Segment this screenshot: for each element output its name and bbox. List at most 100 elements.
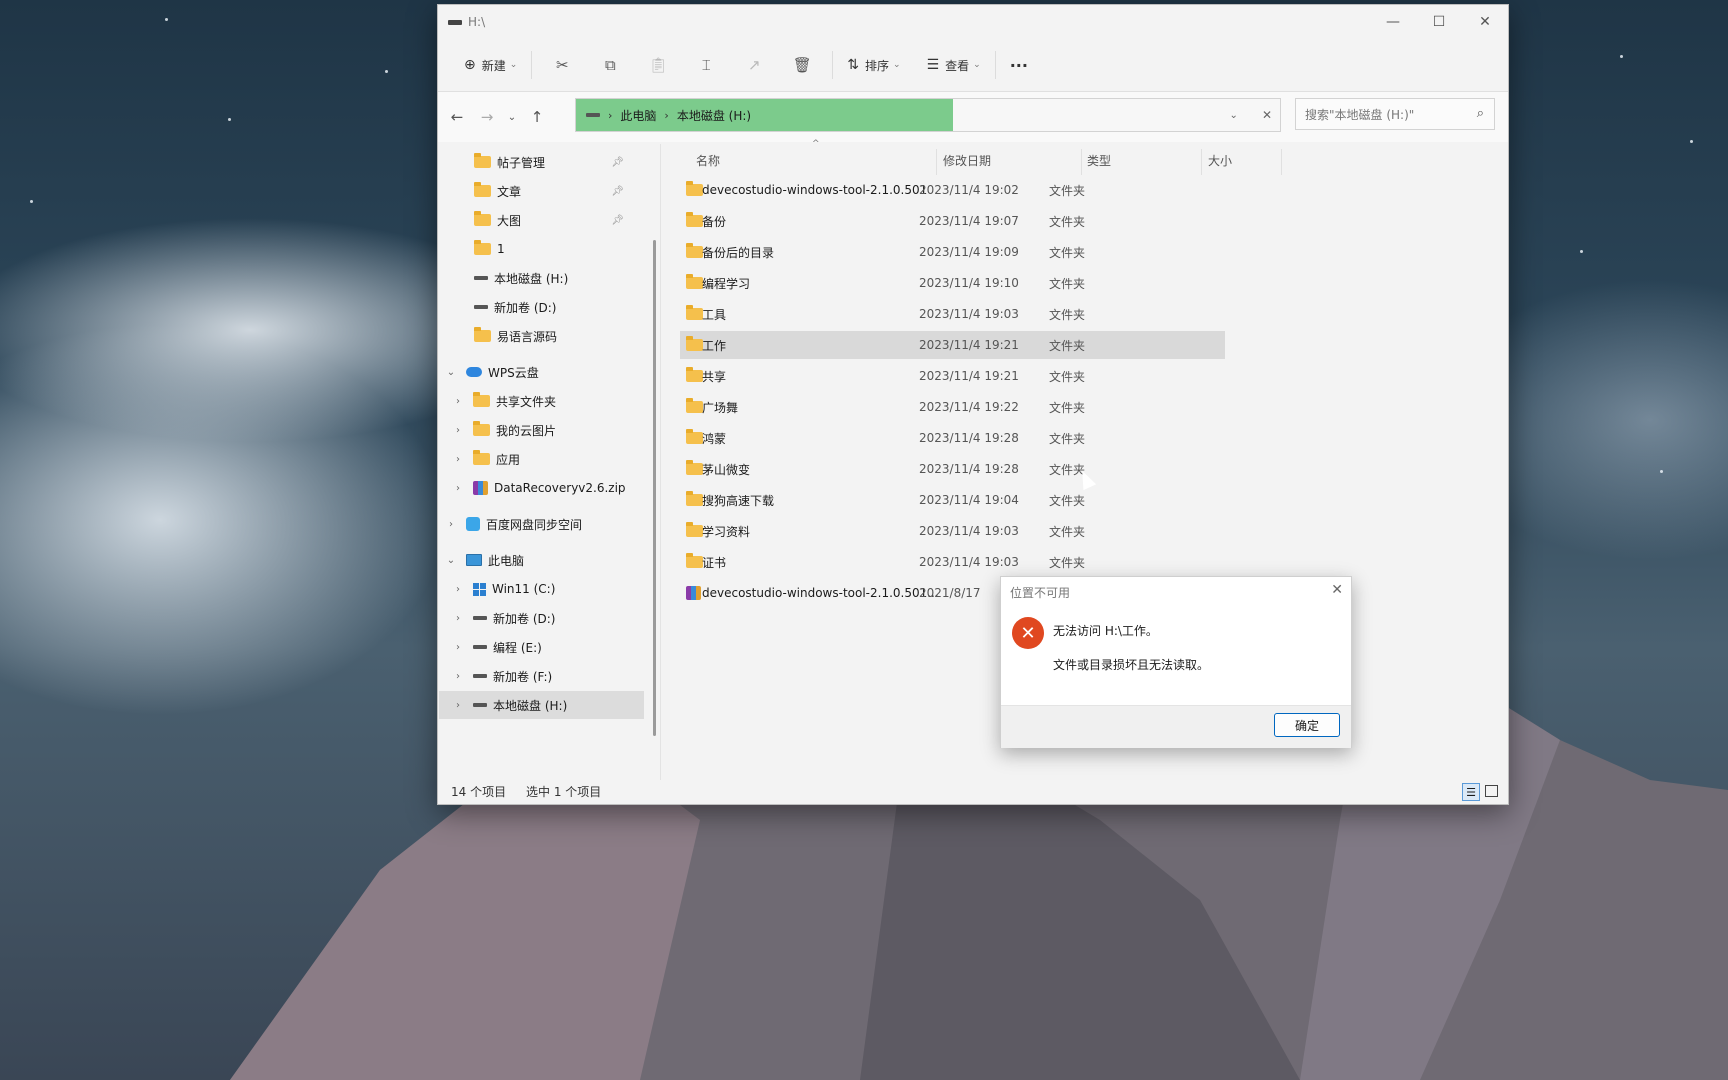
maximize-button[interactable]: ☐ xyxy=(1416,5,1462,39)
sidebar-item-label: 本地磁盘 (H:) xyxy=(494,271,569,286)
file-row[interactable]: 鸿蒙 2023/11/4 19:28 文件夹 xyxy=(680,424,1225,452)
rename-icon[interactable]: ⌶ xyxy=(690,49,722,81)
file-row[interactable]: 编程学习 2023/11/4 19:10 文件夹 xyxy=(680,269,1225,297)
minimize-button[interactable]: — xyxy=(1370,5,1416,39)
tiles-view-icon[interactable] xyxy=(1485,785,1498,797)
sidebar-item-easy-lang-source[interactable]: 易语言源码 xyxy=(474,322,664,350)
sidebar-item-label: DataRecoveryv2.6.zip xyxy=(494,481,626,495)
dialog-close-icon[interactable]: ✕ xyxy=(1331,582,1343,598)
toolbar-divider xyxy=(994,51,996,79)
column-header-type[interactable]: 类型 xyxy=(1087,145,1111,175)
breadcrumb-this-pc[interactable]: 此电脑 xyxy=(620,107,656,124)
column-header-row: ^ 名称 修改日期 类型 大小 xyxy=(676,139,1286,175)
recent-chevron-icon[interactable]: ⌄ xyxy=(502,112,522,123)
chevron-down-icon: ⌄ xyxy=(973,60,981,70)
sidebar-scrollbar[interactable] xyxy=(653,240,656,736)
chevron-right-icon[interactable]: › xyxy=(451,584,465,595)
column-header-date[interactable]: 修改日期 xyxy=(943,145,991,175)
file-row[interactable]: 备份后的目录 2023/11/4 19:09 文件夹 xyxy=(680,238,1225,266)
address-history-chevron-icon[interactable]: ⌄ xyxy=(1230,110,1238,121)
file-row[interactable]: 茅山微变 2023/11/4 19:28 文件夹 xyxy=(680,455,1225,483)
sidebar-item-label: 1 xyxy=(497,242,505,256)
sort-button[interactable]: ⇅ 排序 ⌄ xyxy=(839,49,908,81)
pin-icon: 📌︎ xyxy=(611,156,624,168)
sidebar-item-apps[interactable]: › 应用 xyxy=(451,445,641,473)
sidebar-item-wps-cloud[interactable]: ⌄ WPS云盘 xyxy=(444,358,634,386)
sidebar-item-programming-e[interactable]: › 编程 (E:) xyxy=(451,633,641,661)
file-row[interactable]: 搜狗高速下载 2023/11/4 19:04 文件夹 xyxy=(680,486,1225,514)
chevron-right-icon[interactable]: › xyxy=(451,700,465,711)
title-bar[interactable]: H:\ — ☐ ✕ xyxy=(438,5,1508,39)
column-header-size[interactable]: 大小 xyxy=(1208,145,1232,175)
chevron-right-icon[interactable]: › xyxy=(451,642,465,653)
column-divider[interactable] xyxy=(1081,149,1082,175)
folder-icon xyxy=(686,460,703,475)
sidebar-item-my-cloud-images[interactable]: › 我的云图片 xyxy=(451,416,641,444)
column-divider[interactable] xyxy=(1201,149,1202,175)
sidebar-item-posts-manage[interactable]: 帖子管理 📌︎ xyxy=(474,148,664,176)
sidebar-item-articles[interactable]: 文章 📌︎ xyxy=(474,177,664,205)
sidebar-item-new-volume-d2[interactable]: › 新加卷 (D:) xyxy=(451,604,641,632)
chevron-right-icon[interactable]: › xyxy=(451,671,465,682)
search-input[interactable]: 搜索"本地磁盘 (H:)" ⌕ xyxy=(1295,98,1495,130)
up-arrow-icon[interactable]: ↑ xyxy=(522,108,552,126)
sidebar-item-this-pc[interactable]: ⌄ 此电脑 xyxy=(444,546,634,574)
sidebar-item-new-volume-f[interactable]: › 新加卷 (F:) xyxy=(451,662,641,690)
folder-icon xyxy=(473,392,490,407)
file-row[interactable]: 工具 2023/11/4 19:03 文件夹 xyxy=(680,300,1225,328)
column-header-name[interactable]: 名称 xyxy=(696,145,720,175)
address-bar[interactable]: › 此电脑 › 本地磁盘 (H:) ⌄ ✕ xyxy=(575,98,1281,132)
file-row[interactable]: 共享 2023/11/4 19:21 文件夹 xyxy=(680,362,1225,390)
file-row[interactable]: 备份 2023/11/4 19:07 文件夹 xyxy=(680,207,1225,235)
details-view-icon[interactable]: ☰ xyxy=(1462,783,1480,801)
file-row[interactable]: 广场舞 2023/11/4 19:22 文件夹 xyxy=(680,393,1225,421)
new-button[interactable]: ⊕ 新建 ⌄ xyxy=(456,49,525,81)
file-name: 备份后的目录 xyxy=(702,245,775,260)
chevron-right-icon[interactable]: › xyxy=(451,396,465,407)
file-type: 文件夹 xyxy=(1049,276,1086,291)
sidebar-item-new-volume-d[interactable]: 新加卷 (D:) xyxy=(474,293,664,321)
chevron-right-icon[interactable]: › xyxy=(444,519,458,530)
chevron-right-icon[interactable]: › xyxy=(451,613,465,624)
plus-circle-icon: ⊕ xyxy=(464,57,476,73)
folder-icon xyxy=(686,553,703,568)
sidebar-item-baidu-sync[interactable]: › 百度网盘同步空间 xyxy=(444,510,634,538)
file-row[interactable]: devecostudio-windows-tool-2.1.0.501 2023/… xyxy=(680,176,1225,204)
file-row[interactable]: 学习资料 2023/11/4 19:03 文件夹 xyxy=(680,517,1225,545)
chevron-down-icon[interactable]: ⌄ xyxy=(444,555,458,566)
cut-icon[interactable]: ✂ xyxy=(546,49,578,81)
share-icon[interactable]: ↗ xyxy=(738,49,770,81)
sidebar-item-1[interactable]: 1 xyxy=(474,235,664,263)
copy-icon[interactable]: ⧉ xyxy=(594,49,626,81)
close-button[interactable]: ✕ xyxy=(1462,5,1508,39)
forward-arrow-icon[interactable]: → xyxy=(472,108,502,126)
folder-icon xyxy=(474,153,491,168)
toolbar-divider xyxy=(832,51,834,79)
breadcrumb-local-disk-h[interactable]: 本地磁盘 (H:) xyxy=(677,107,751,124)
chevron-right-icon[interactable]: › xyxy=(451,425,465,436)
chevron-right-icon[interactable]: › xyxy=(451,483,465,494)
chevron-right-icon[interactable]: › xyxy=(451,454,465,465)
chevron-down-icon[interactable]: ⌄ xyxy=(444,367,458,378)
file-row[interactable]: 工作 2023/11/4 19:21 文件夹 xyxy=(680,331,1225,359)
file-row[interactable]: 证书 2023/11/4 19:03 文件夹 xyxy=(680,548,1225,576)
star xyxy=(1660,470,1663,473)
sidebar-item-shared-folder[interactable]: › 共享文件夹 xyxy=(451,387,641,415)
ok-button[interactable]: 确定 xyxy=(1274,713,1340,737)
paste-icon[interactable]: 📋︎ xyxy=(642,49,674,81)
sidebar-item-win11-c[interactable]: › Win11 (C:) xyxy=(451,575,641,603)
column-divider[interactable] xyxy=(1281,149,1282,175)
view-button[interactable]: ☰ 查看 ⌄ xyxy=(919,49,989,81)
file-modified-date: 2023/11/4 19:28 xyxy=(919,431,1019,445)
drive-icon xyxy=(586,113,600,117)
sidebar-item-local-disk-h[interactable]: 本地磁盘 (H:) xyxy=(474,264,664,292)
sidebar-item-local-disk-h2[interactable]: › 本地磁盘 (H:) xyxy=(439,691,644,719)
file-type: 文件夹 xyxy=(1049,431,1086,446)
more-button[interactable]: ··· xyxy=(1002,49,1036,81)
column-divider[interactable] xyxy=(936,149,937,175)
sidebar-item-big-images[interactable]: 大图 📌︎ xyxy=(474,206,664,234)
delete-icon[interactable]: 🗑︎ xyxy=(786,49,818,81)
sidebar-item-data-recovery-zip[interactable]: › DataRecoveryv2.6.zip xyxy=(451,474,641,502)
back-arrow-icon[interactable]: ← xyxy=(442,108,472,126)
clear-address-icon[interactable]: ✕ xyxy=(1262,108,1272,122)
